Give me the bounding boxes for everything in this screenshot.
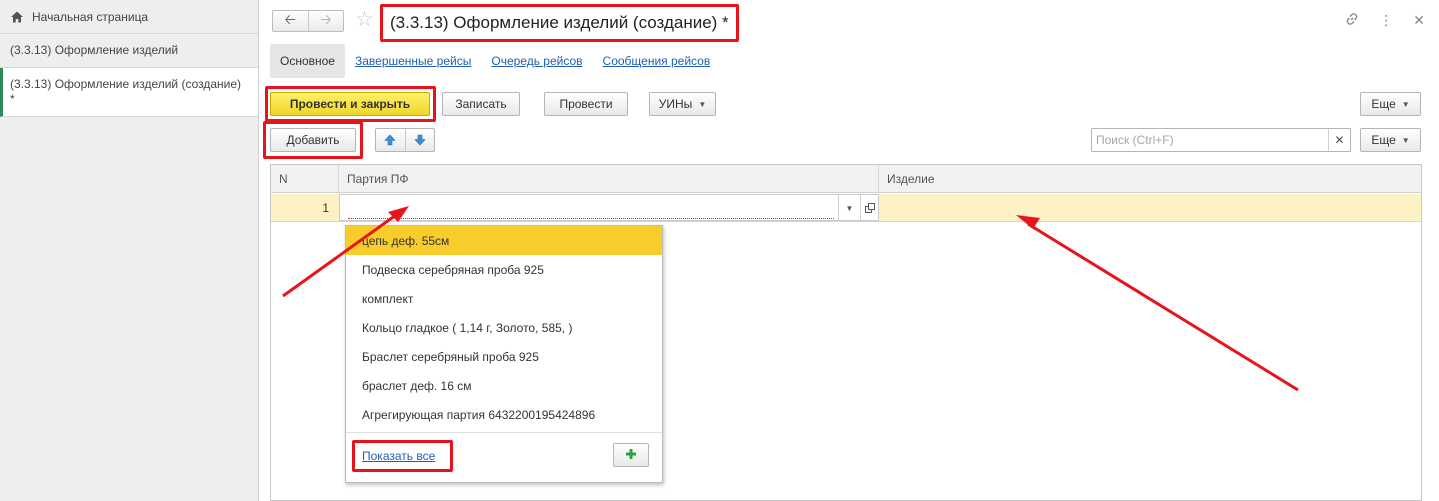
batch-choice-list: цепь деф. 55см Подвеска серебряная проба… — [345, 225, 663, 483]
table-row[interactable]: 1 ▼ — [271, 194, 1421, 222]
table-more-label: Еще — [1371, 133, 1396, 147]
home-icon — [10, 10, 24, 24]
sidebar-item-label: (3.3.13) Оформление изделий — [10, 43, 179, 57]
list-item[interactable]: цепь деф. 55см — [346, 226, 662, 255]
list-item[interactable]: Кольцо гладкое ( 1,14 г, Золото, 585, ) — [346, 313, 662, 342]
move-up-arrow-icon[interactable] — [376, 129, 405, 151]
chevron-down-icon[interactable]: ▼ — [838, 195, 860, 221]
sidebar-item-products-list[interactable]: (3.3.13) Оформление изделий — [0, 34, 258, 68]
home-link[interactable]: Начальная страница — [0, 0, 258, 34]
more-label: Еще — [1371, 97, 1396, 111]
list-item[interactable]: браслет деф. 16 см — [346, 371, 662, 400]
table-header: N Партия ПФ Изделие — [271, 165, 1421, 193]
forward-arrow-icon[interactable]: 🡢 — [307, 11, 344, 31]
post-label: Провести — [559, 97, 613, 111]
list-item[interactable]: Подвеска серебряная проба 925 — [346, 255, 662, 284]
plus-icon — [625, 448, 637, 463]
column-header-product[interactable]: Изделие — [879, 165, 1421, 193]
batch-input[interactable] — [348, 196, 834, 219]
chevron-down-icon: ▼ — [698, 99, 707, 109]
post-button[interactable]: Провести — [544, 92, 628, 116]
list-item[interactable]: Агрегирующая партия 6432200195424896 — [346, 400, 662, 429]
table-more-button[interactable]: Еще ▼ — [1360, 128, 1421, 152]
sidebar-item-products-create[interactable]: (3.3.13) Оформление изделий (создание) * — [0, 68, 258, 117]
more-actions-button[interactable]: Еще ▼ — [1360, 92, 1421, 116]
search-input[interactable] — [1092, 129, 1328, 151]
chevron-down-icon: ▼ — [1401, 99, 1410, 109]
add-row-label: Добавить — [286, 133, 340, 147]
add-row-button[interactable]: Добавить — [270, 128, 356, 152]
back-arrow-icon[interactable]: 🡠 — [273, 11, 308, 31]
post-and-close-button[interactable]: Провести и закрыть — [270, 92, 430, 116]
list-item[interactable]: комплект — [346, 284, 662, 313]
document-form: 🡠 🡢 ☆ (3.3.13) Оформление изделий (созда… — [260, 0, 1439, 501]
form-titlebar: 🡠 🡢 ☆ (3.3.13) Оформление изделий (созда… — [260, 0, 1439, 42]
row-move-buttons — [375, 128, 435, 152]
form-tabs: Основное Завершенные рейсы Очередь рейсо… — [270, 44, 720, 78]
save-button[interactable]: Записать — [442, 92, 520, 116]
navigation-panel: Начальная страница (3.3.13) Оформление и… — [0, 0, 259, 501]
post-and-close-label: Провести и закрыть — [289, 97, 411, 111]
uins-label: УИНы — [658, 97, 693, 111]
choice-list-footer: Показать все — [346, 432, 662, 482]
page-title: (3.3.13) Оформление изделий (создание) * — [380, 4, 739, 42]
chevron-down-icon: ▼ — [1401, 135, 1410, 145]
show-all-link[interactable]: Показать все — [362, 449, 435, 463]
uins-menu-button[interactable]: УИНы ▼ — [649, 92, 716, 116]
create-new-button[interactable] — [613, 443, 649, 467]
batch-cell: ▼ — [339, 194, 879, 221]
more-vertical-icon[interactable]: ⋮ — [1379, 12, 1393, 29]
title-tools: ⋮ ✕ — [1345, 12, 1425, 29]
row-number: 1 — [322, 200, 329, 215]
tab-main[interactable]: Основное — [270, 44, 345, 78]
list-item[interactable]: Браслет серебряный проба 925 — [346, 342, 662, 371]
close-icon[interactable]: ✕ — [1413, 12, 1425, 29]
home-link-label: Начальная страница — [32, 9, 149, 24]
save-label: Записать — [455, 97, 507, 111]
product-cell[interactable] — [879, 194, 1421, 221]
favorite-star-icon[interactable]: ☆ — [355, 8, 374, 32]
column-header-batch[interactable]: Партия ПФ — [339, 165, 879, 193]
tab-runs-queue[interactable]: Очередь рейсов — [481, 44, 592, 78]
open-form-icon[interactable] — [860, 195, 878, 221]
link-icon[interactable] — [1345, 12, 1359, 29]
sidebar-item-label: (3.3.13) Оформление изделий (создание) * — [10, 77, 242, 106]
page-title-text: (3.3.13) Оформление изделий (создание) * — [390, 13, 729, 32]
tab-completed-runs[interactable]: Завершенные рейсы — [345, 44, 481, 78]
history-navigation: 🡠 🡢 — [272, 10, 344, 32]
table-search: ✕ — [1091, 128, 1351, 152]
clear-search-icon[interactable]: ✕ — [1328, 129, 1350, 151]
tab-run-messages[interactable]: Сообщения рейсов — [593, 44, 721, 78]
column-header-n[interactable]: N — [271, 165, 339, 193]
move-down-arrow-icon[interactable] — [404, 129, 435, 151]
